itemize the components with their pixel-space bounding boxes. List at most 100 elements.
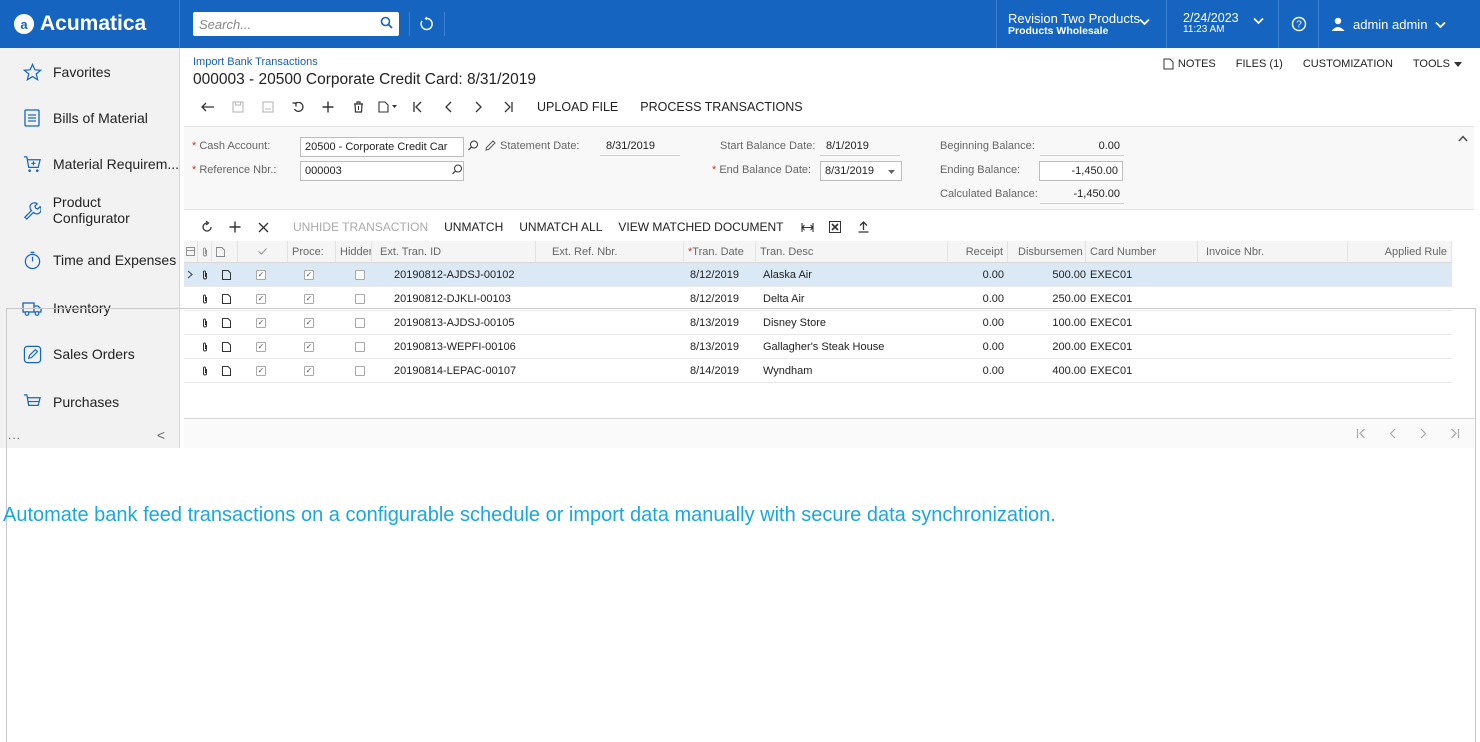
sidebar-collapse-button[interactable]: < [157,427,165,443]
next-page-icon[interactable] [1419,427,1427,442]
table-row[interactable]: ✓ ✓ 20190813-AJDSJ-00105 8/13/2019 Disne… [184,311,1452,335]
tran-desc-cell[interactable]: Wyndham [763,359,943,382]
notes-button[interactable]: NOTES [1163,58,1216,70]
upload-icon[interactable] [849,221,877,233]
column-ext-ref-nbr[interactable]: Ext. Ref. Nbr. [536,241,684,262]
card-number-cell[interactable]: EXEC01 [1090,311,1190,334]
add-icon[interactable] [313,101,343,113]
previous-page-icon[interactable] [1389,427,1397,442]
sidebar-item-bills-of-material[interactable]: Bills of Material [0,98,180,138]
tran-desc-cell[interactable]: Delta Air [763,287,943,310]
column-receipt[interactable]: Receipt [948,241,1008,262]
paperclip-icon[interactable] [202,263,214,286]
customization-button[interactable]: CUSTOMIZATION [1303,58,1393,70]
processed-checkbox[interactable]: ✓ [304,311,318,334]
sidebar-item-time-and-expenses[interactable]: Time and Expenses [0,240,180,280]
delete-icon[interactable] [343,101,373,113]
reference-nbr-field[interactable]: 000003 [300,161,464,181]
tran-desc-cell[interactable]: Gallagher's Steak House [763,335,943,358]
hidden-checkbox[interactable] [355,335,369,358]
last-page-icon[interactable] [1449,427,1460,442]
card-number-cell[interactable]: EXEC01 [1090,287,1190,310]
ending-balance-field[interactable]: -1,450.00 [1039,161,1123,181]
column-applied-rule[interactable]: Applied Rule [1348,241,1452,262]
row-selector-icon[interactable] [184,263,198,286]
ext-tran-id-cell[interactable]: 20190812-DJKLI-00103 [394,287,544,310]
card-number-cell[interactable]: EXEC01 [1090,263,1190,286]
column-hidden[interactable]: Hidder [336,241,372,262]
column-tran-desc[interactable]: Tran. Desc [756,241,948,262]
view-matched-document-button[interactable]: VIEW MATCHED DOCUMENT [618,220,783,234]
first-record-icon[interactable] [403,101,433,113]
hidden-checkbox[interactable] [355,311,369,334]
note-icon[interactable] [222,263,234,286]
receipt-cell[interactable]: 0.00 [948,359,1008,382]
ext-tran-id-cell[interactable]: 20190813-AJDSJ-00105 [394,311,544,334]
sidebar-item-material-requirements[interactable]: Material Requirem... [0,144,180,184]
paperclip-icon[interactable] [202,311,214,334]
column-ext-tran-id[interactable]: Ext. Tran. ID [372,241,536,262]
receipt-cell[interactable]: 0.00 [948,335,1008,358]
help-button[interactable]: ? [1278,0,1318,48]
business-date-selector[interactable]: 2/24/2023 11:23 AM [1166,0,1278,48]
column-tran-date[interactable]: * Tran. Date [684,241,756,262]
hidden-checkbox[interactable] [355,287,369,310]
card-number-cell[interactable]: EXEC01 [1090,335,1190,358]
column-invoice-nbr[interactable]: Invoice Nbr. [1198,241,1348,262]
sidebar-item-favorites[interactable]: Favorites [0,52,180,92]
unhide-transaction-button[interactable]: UNHIDE TRANSACTION [293,220,428,234]
sidebar-more-button[interactable]: ... [8,428,21,442]
receipt-cell[interactable]: 0.00 [948,287,1008,310]
receipt-cell[interactable]: 0.00 [948,263,1008,286]
next-record-icon[interactable] [463,101,493,113]
hidden-checkbox[interactable] [355,263,369,286]
files-button[interactable]: FILES (1) [1236,58,1283,70]
edit-icon[interactable] [485,140,496,154]
matched-checkbox[interactable]: ✓ [256,263,270,286]
save-icon[interactable] [223,101,253,113]
search-icon[interactable] [468,140,479,154]
search-box[interactable] [193,12,399,36]
matched-checkbox[interactable]: ✓ [256,335,270,358]
paperclip-icon[interactable] [202,359,214,382]
tran-desc-cell[interactable]: Disney Store [763,311,943,334]
sidebar-item-purchases[interactable]: Purchases [0,382,180,422]
processed-checkbox[interactable]: ✓ [304,263,318,286]
save-close-icon[interactable] [253,101,283,113]
tran-date-cell[interactable]: 8/13/2019 [690,335,760,358]
delete-row-icon[interactable] [249,222,277,233]
collapse-summary-icon[interactable] [1458,131,1468,145]
table-row[interactable]: ✓ ✓ 20190813-WEPFI-00106 8/13/2019 Galla… [184,335,1452,359]
unmatch-button[interactable]: UNMATCH [444,220,503,234]
tran-date-cell[interactable]: 8/12/2019 [690,263,760,286]
tools-button[interactable]: TOOLS [1413,58,1462,70]
processed-checkbox[interactable]: ✓ [304,359,318,382]
upload-file-button[interactable]: UPLOAD FILE [537,100,618,114]
search-icon[interactable] [452,164,463,178]
matched-checkbox[interactable]: ✓ [256,359,270,382]
previous-record-icon[interactable] [433,101,463,113]
disbursement-cell[interactable]: 400.00 [1008,359,1090,382]
cash-account-field[interactable]: 20500 - Corporate Credit Car [300,137,464,157]
first-page-icon[interactable] [1356,427,1367,442]
sidebar-item-sales-orders[interactable]: Sales Orders [0,334,180,374]
end-balance-date-field[interactable]: 8/31/2019 [820,161,902,181]
disbursement-cell[interactable]: 100.00 [1008,311,1090,334]
process-transactions-button[interactable]: PROCESS TRANSACTIONS [640,100,802,114]
fit-columns-icon[interactable] [793,222,821,233]
disbursement-cell[interactable]: 250.00 [1008,287,1090,310]
disbursement-cell[interactable]: 500.00 [1008,263,1090,286]
note-icon[interactable] [222,311,234,334]
search-icon[interactable] [380,16,393,32]
ext-tran-id-cell[interactable]: 20190812-AJDSJ-00102 [394,263,544,286]
refresh-icon[interactable] [193,221,221,233]
matched-checkbox[interactable]: ✓ [256,287,270,310]
note-icon[interactable] [222,359,234,382]
export-excel-icon[interactable] [821,221,849,233]
search-input[interactable] [193,13,373,35]
tran-date-cell[interactable]: 8/13/2019 [690,311,760,334]
add-row-icon[interactable] [221,221,249,233]
tran-date-cell[interactable]: 8/12/2019 [690,287,760,310]
last-record-icon[interactable] [493,101,523,113]
unmatch-all-button[interactable]: UNMATCH ALL [519,220,602,234]
